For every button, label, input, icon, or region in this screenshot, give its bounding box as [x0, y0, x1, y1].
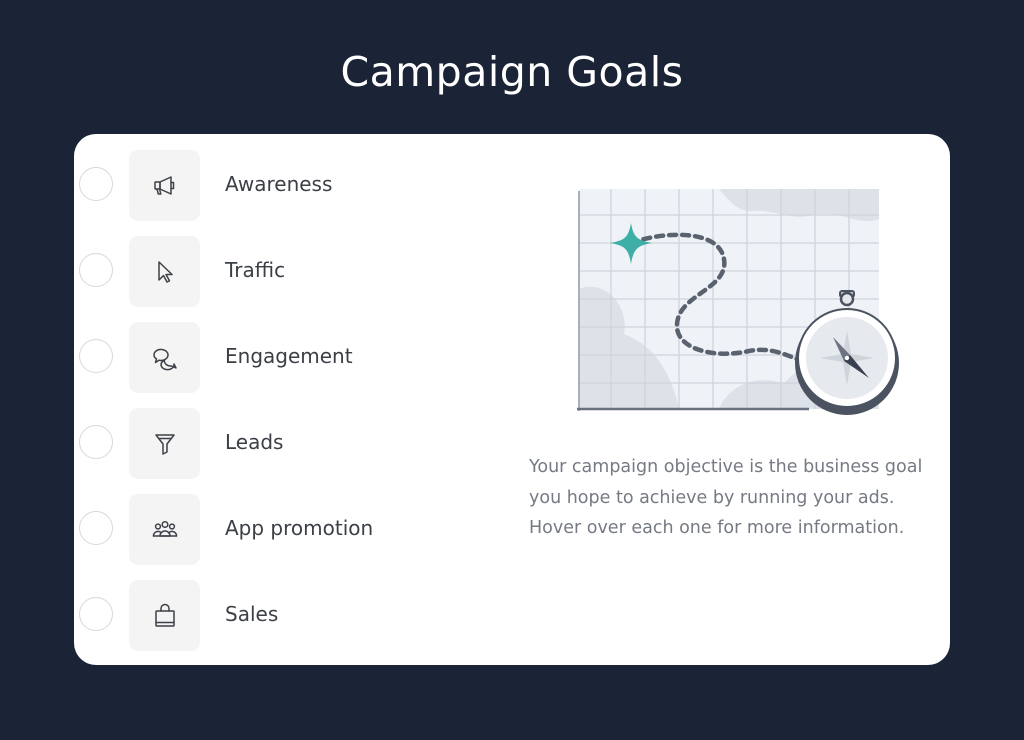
- objective-engagement[interactable]: Engagement: [74, 322, 514, 394]
- people-icon: [152, 520, 177, 537]
- engagement-label: Engagement: [225, 344, 353, 368]
- traffic-label: Traffic: [225, 258, 286, 282]
- engagement-icon-tile: [129, 322, 200, 393]
- objective-app-promotion[interactable]: App promotion: [74, 494, 514, 566]
- leads-radio[interactable]: [79, 425, 113, 459]
- funnel-icon: [154, 433, 175, 455]
- objective-sales[interactable]: Sales: [74, 580, 514, 652]
- leads-icon-tile: [129, 408, 200, 479]
- map-compass-illustration: [577, 189, 899, 415]
- cursor-icon: [157, 260, 173, 283]
- sales-radio[interactable]: [79, 597, 113, 631]
- sales-icon-tile: [129, 580, 200, 651]
- objective-traffic[interactable]: Traffic: [74, 236, 514, 308]
- awareness-icon-tile: [129, 150, 200, 221]
- leads-label: Leads: [225, 430, 284, 454]
- app-promotion-label: App promotion: [225, 516, 374, 540]
- chat-bubbles-icon: [152, 348, 177, 370]
- objective-leads[interactable]: Leads: [74, 408, 514, 480]
- megaphone-icon: [153, 175, 174, 195]
- campaign-goals-card: Awareness Traffic Engagement Leads App p…: [74, 134, 950, 665]
- engagement-radio[interactable]: [79, 339, 113, 373]
- traffic-icon-tile: [129, 236, 200, 307]
- objective-awareness[interactable]: Awareness: [74, 150, 514, 222]
- objective-description: Your campaign objective is the business …: [529, 457, 923, 538]
- app-promotion-radio[interactable]: [79, 511, 113, 545]
- sales-label: Sales: [225, 602, 279, 626]
- page-title: Campaign Goals: [340, 48, 684, 96]
- shopping-bag-icon: [154, 603, 175, 627]
- awareness-radio[interactable]: [79, 167, 113, 201]
- awareness-label: Awareness: [225, 172, 333, 196]
- traffic-radio[interactable]: [79, 253, 113, 287]
- app-promotion-icon-tile: [129, 494, 200, 565]
